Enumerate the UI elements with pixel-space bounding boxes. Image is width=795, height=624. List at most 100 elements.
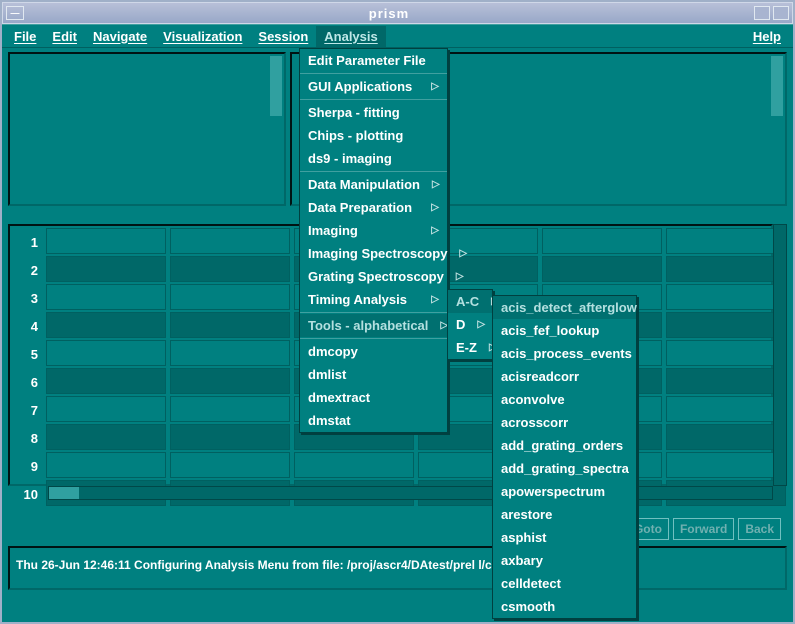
- cell[interactable]: [46, 452, 166, 478]
- row-number: 8: [12, 424, 42, 452]
- cell[interactable]: [666, 424, 786, 450]
- cell[interactable]: [666, 284, 786, 310]
- submenu-arrow-icon: ▷: [419, 81, 439, 92]
- cell[interactable]: [46, 424, 166, 450]
- tool-submenu-item[interactable]: acis_detect_afterglow: [493, 296, 636, 319]
- analysis-menu-item[interactable]: dmstat: [300, 409, 447, 432]
- minimize-button[interactable]: [754, 6, 770, 20]
- tool-submenu-item[interactable]: acrosscorr: [493, 411, 636, 434]
- scrollbar-vertical[interactable]: [771, 56, 783, 202]
- menu-file[interactable]: File: [6, 26, 44, 47]
- row-number: 7: [12, 396, 42, 424]
- analysis-menu-item[interactable]: Timing Analysis▷: [300, 288, 447, 311]
- analysis-menu-item[interactable]: Imaging Spectroscopy▷: [300, 242, 447, 265]
- tool-submenu-item[interactable]: axbary: [493, 549, 636, 572]
- submenu-arrow-icon: ▷: [420, 179, 440, 190]
- row-number: 1: [12, 228, 42, 256]
- titlebar: — prism: [2, 2, 793, 24]
- row-number: 9: [12, 452, 42, 480]
- cell[interactable]: [46, 340, 166, 366]
- cell[interactable]: [46, 368, 166, 394]
- submenu-arrow-icon: ▷: [447, 248, 467, 259]
- analysis-menu-item[interactable]: Sherpa - fitting: [300, 101, 447, 124]
- tool-submenu-item[interactable]: arestore: [493, 503, 636, 526]
- analysis-menu-item[interactable]: Tools - alphabetical▷: [300, 314, 447, 337]
- cell[interactable]: [170, 452, 290, 478]
- analysis-menu: Edit Parameter File GUI Applications▷ Sher…: [299, 48, 448, 433]
- maximize-button[interactable]: [773, 6, 789, 20]
- cell[interactable]: [170, 368, 290, 394]
- tool-submenu-item[interactable]: apowerspectrum: [493, 480, 636, 503]
- cell[interactable]: [170, 340, 290, 366]
- alpha-submenu-item[interactable]: E-Z▷: [448, 336, 492, 359]
- cell[interactable]: [666, 312, 786, 338]
- scrollbar-vertical[interactable]: [773, 224, 787, 486]
- cell[interactable]: [666, 396, 786, 422]
- menu-help[interactable]: Help: [745, 26, 789, 47]
- alpha-submenu-item[interactable]: D▷: [448, 313, 492, 336]
- cell[interactable]: [666, 228, 786, 254]
- menu-visualization[interactable]: Visualization: [155, 26, 250, 47]
- status-bar: Thu 26-Jun 12:46:11 Configuring Analysis…: [8, 546, 787, 590]
- cell[interactable]: [170, 284, 290, 310]
- tool-submenu-item[interactable]: add_grating_orders: [493, 434, 636, 457]
- menu-navigate[interactable]: Navigate: [85, 26, 155, 47]
- row-number: 10: [12, 480, 42, 508]
- analysis-menu-item[interactable]: Imaging▷: [300, 219, 447, 242]
- analysis-menu-item[interactable]: GUI Applications▷: [300, 75, 447, 98]
- scrollbar-horizontal[interactable]: [48, 486, 773, 500]
- row-number: 5: [12, 340, 42, 368]
- menu-edit[interactable]: Edit: [44, 26, 85, 47]
- forward-button[interactable]: Forward: [673, 518, 734, 540]
- tool-submenu-item[interactable]: csmooth: [493, 595, 636, 618]
- cell[interactable]: [170, 396, 290, 422]
- panel-left: [8, 52, 286, 206]
- tools-alphabetical-submenu: A-C▷D▷E-Z▷: [447, 289, 493, 360]
- cell[interactable]: [46, 396, 166, 422]
- cell[interactable]: [666, 452, 786, 478]
- cell[interactable]: [666, 368, 786, 394]
- tool-submenu-item[interactable]: asphist: [493, 526, 636, 549]
- menu-session[interactable]: Session: [250, 26, 316, 47]
- tool-submenu-item[interactable]: celldetect: [493, 572, 636, 595]
- cell[interactable]: [170, 312, 290, 338]
- analysis-menu-item[interactable]: dmcopy: [300, 340, 447, 363]
- menubar: FileEditNavigateVisualizationSessionAnal…: [2, 24, 793, 48]
- cell[interactable]: [170, 424, 290, 450]
- window-title: prism: [24, 6, 754, 21]
- analysis-menu-item[interactable]: Data Preparation▷: [300, 196, 447, 219]
- analysis-menu-item[interactable]: Grating Spectroscopy▷: [300, 265, 447, 288]
- submenu-arrow-icon: ▷: [419, 202, 439, 213]
- analysis-menu-item[interactable]: Chips - plotting: [300, 124, 447, 147]
- cell[interactable]: [170, 256, 290, 282]
- tools-a-c-submenu: acis_detect_afterglowacis_fef_lookupacis…: [492, 295, 637, 619]
- cell[interactable]: [542, 256, 662, 282]
- row-number: 6: [12, 368, 42, 396]
- alpha-submenu-item[interactable]: A-C▷: [448, 290, 492, 313]
- cell[interactable]: [170, 228, 290, 254]
- back-button[interactable]: Back: [738, 518, 781, 540]
- tool-submenu-item[interactable]: acis_process_events: [493, 342, 636, 365]
- cell[interactable]: [46, 228, 166, 254]
- analysis-menu-item[interactable]: Data Manipulation▷: [300, 173, 447, 196]
- tool-submenu-item[interactable]: acis_fef_lookup: [493, 319, 636, 342]
- cell[interactable]: [666, 340, 786, 366]
- menu-analysis[interactable]: Analysis: [316, 26, 385, 47]
- cell[interactable]: [46, 256, 166, 282]
- analysis-menu-item[interactable]: dmextract: [300, 386, 447, 409]
- window-menu-icon[interactable]: —: [6, 6, 24, 20]
- analysis-menu-item[interactable]: dmlist: [300, 363, 447, 386]
- row-number: 4: [12, 312, 42, 340]
- tool-submenu-item[interactable]: add_grating_spectra: [493, 457, 636, 480]
- tool-submenu-item[interactable]: acisreadcorr: [493, 365, 636, 388]
- cell[interactable]: [294, 452, 414, 478]
- analysis-menu-item[interactable]: ds9 - imaging: [300, 147, 447, 170]
- cell[interactable]: [666, 256, 786, 282]
- cell[interactable]: [46, 312, 166, 338]
- analysis-menu-item[interactable]: Edit Parameter File: [300, 49, 447, 72]
- cell[interactable]: [46, 284, 166, 310]
- tool-submenu-item[interactable]: aconvolve: [493, 388, 636, 411]
- row-number: 2: [12, 256, 42, 284]
- cell[interactable]: [542, 228, 662, 254]
- scrollbar-vertical[interactable]: [270, 56, 282, 202]
